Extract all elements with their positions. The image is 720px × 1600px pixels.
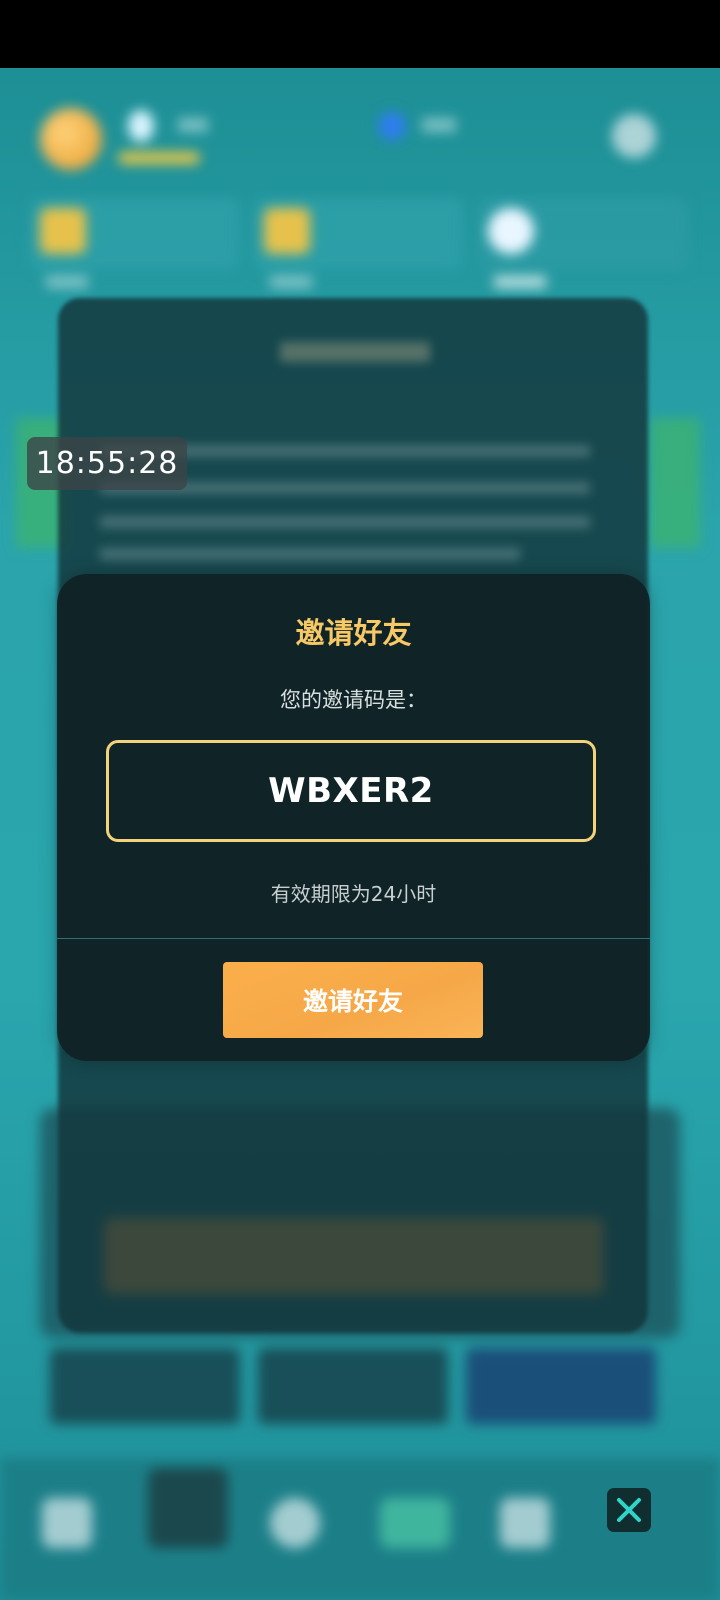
blurred-label xyxy=(178,118,208,132)
drop-icon xyxy=(488,208,534,254)
diamond-icon xyxy=(380,1498,450,1548)
gem-icon xyxy=(378,112,406,140)
invite-code: WBXER2 xyxy=(268,771,434,811)
drop-icon xyxy=(128,110,154,142)
coin-avatar xyxy=(40,108,102,170)
validity-text: 有效期限为24小时 xyxy=(270,882,437,906)
divider xyxy=(57,938,650,939)
time-overlay: 18:55:28 xyxy=(27,437,187,490)
gear-icon xyxy=(612,114,656,158)
close-button[interactable] xyxy=(607,1488,651,1532)
blurred-chip xyxy=(466,1348,656,1424)
invite-dialog: 邀请好友 您的邀请码是： WBXER2 有效期限为24小时 邀请好友 xyxy=(57,574,650,1061)
blurred-label xyxy=(422,118,456,132)
card-icon xyxy=(40,208,86,254)
dialog-title: 邀请好友 xyxy=(295,616,412,650)
blurred-label xyxy=(46,276,88,288)
invite-friends-button[interactable]: 邀请好友 xyxy=(223,962,483,1038)
background-dialog-title xyxy=(280,342,430,362)
blurred-chip xyxy=(258,1348,448,1424)
level-bar xyxy=(118,152,200,164)
warning-icon xyxy=(42,1498,92,1548)
blurred-text-line xyxy=(100,548,520,560)
blurred-label xyxy=(270,276,312,288)
heart-icon xyxy=(500,1498,550,1548)
blurred-text-line xyxy=(100,516,590,528)
invite-code-label: 您的邀请码是： xyxy=(280,688,427,712)
blurred-label xyxy=(494,276,546,288)
shield-icon xyxy=(148,1468,228,1548)
close-icon xyxy=(617,1498,641,1522)
side-panel xyxy=(650,418,700,548)
card-icon xyxy=(264,208,310,254)
invite-code-box[interactable]: WBXER2 xyxy=(106,740,596,842)
invite-friends-button-label: 邀请好友 xyxy=(302,987,403,1016)
settings-icon xyxy=(270,1498,320,1548)
screen: 18:55:28 邀请好友 您的邀请码是： WBXER2 有效期限为24小时 邀… xyxy=(0,0,720,1600)
blurred-chip xyxy=(50,1348,240,1424)
